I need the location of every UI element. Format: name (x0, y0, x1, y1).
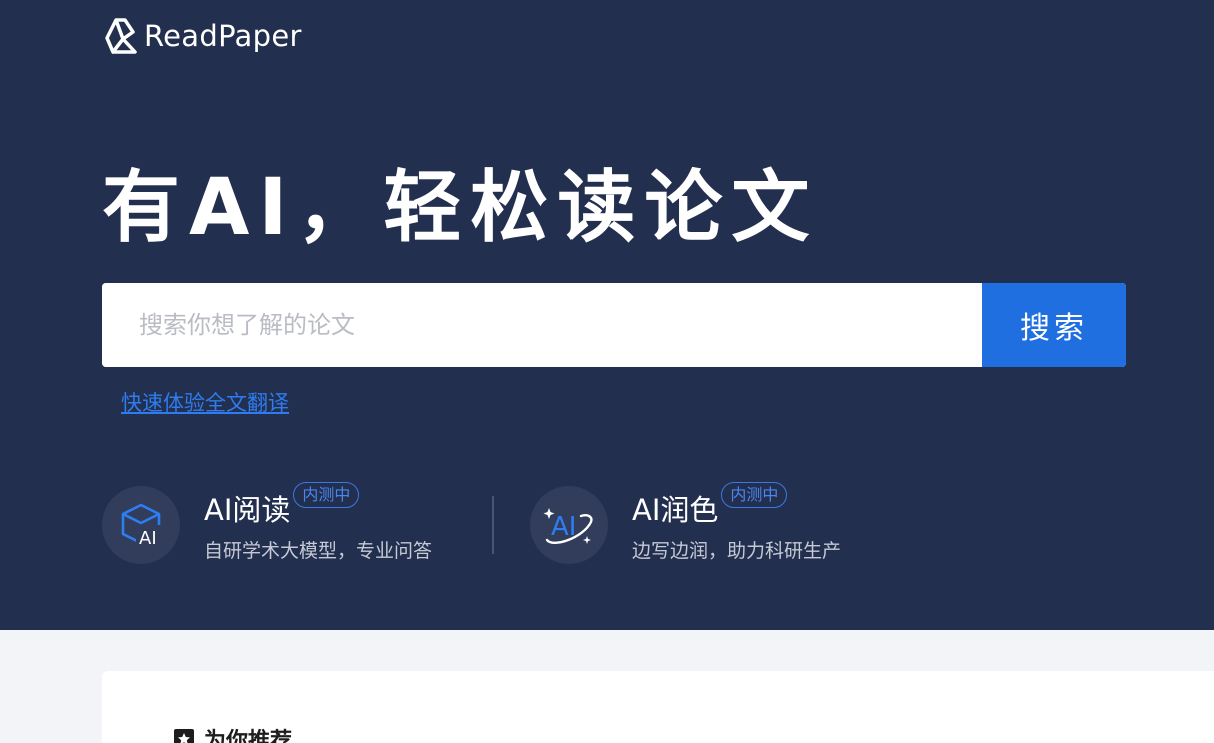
feature-ai-reading[interactable]: AI AI阅读 内测中 自研学术大模型，专业问答 (102, 482, 433, 566)
ai-reading-icon-text: AI (139, 528, 157, 549)
recommend-heading: 为你推荐 (174, 723, 292, 743)
feature-divider (492, 496, 494, 554)
ai-polish-icon: AI (530, 486, 608, 564)
search-button[interactable]: 搜索 (982, 283, 1126, 367)
search-input[interactable] (102, 283, 982, 367)
feature-ai-reading-title: AI阅读 (204, 493, 291, 527)
star-icon (174, 729, 194, 743)
feature-ai-polish-title: AI润色 (632, 493, 719, 527)
feature-ai-reading-body: AI阅读 内测中 自研学术大模型，专业问答 (204, 482, 433, 563)
beta-badge: 内测中 (293, 482, 360, 508)
feature-ai-polish-body: AI润色 内测中 边写边润，助力科研生产 (632, 482, 842, 563)
cube-ai-icon: AI (121, 503, 162, 549)
feature-ai-polish[interactable]: AI AI润色 内测中 边写边润，助力科研生产 (530, 482, 842, 566)
brand-name: ReadPaper (144, 19, 302, 53)
feature-ai-polish-subtitle: 边写边润，助力科研生产 (632, 540, 842, 562)
hero-section: ReadPaper 有AI，轻松读论文 搜索 快速体验全文翻译 AI AI阅读 … (0, 0, 1214, 630)
page-title: 有AI，轻松读论文 (102, 163, 819, 253)
feature-ai-reading-subtitle: 自研学术大模型，专业问答 (204, 540, 433, 562)
recommend-card: 为你推荐 (102, 671, 1214, 743)
readpaper-logo-icon (105, 18, 137, 54)
recommend-heading-text: 为你推荐 (204, 729, 293, 743)
sparkle-ai-icon: AI (543, 508, 593, 545)
quick-translate-link[interactable]: 快速体验全文翻译 (121, 387, 289, 417)
beta-badge: 内测中 (721, 482, 788, 508)
search-bar: 搜索 (102, 283, 1126, 367)
ai-reading-icon: AI (102, 486, 180, 564)
logo[interactable]: ReadPaper (102, 16, 302, 56)
